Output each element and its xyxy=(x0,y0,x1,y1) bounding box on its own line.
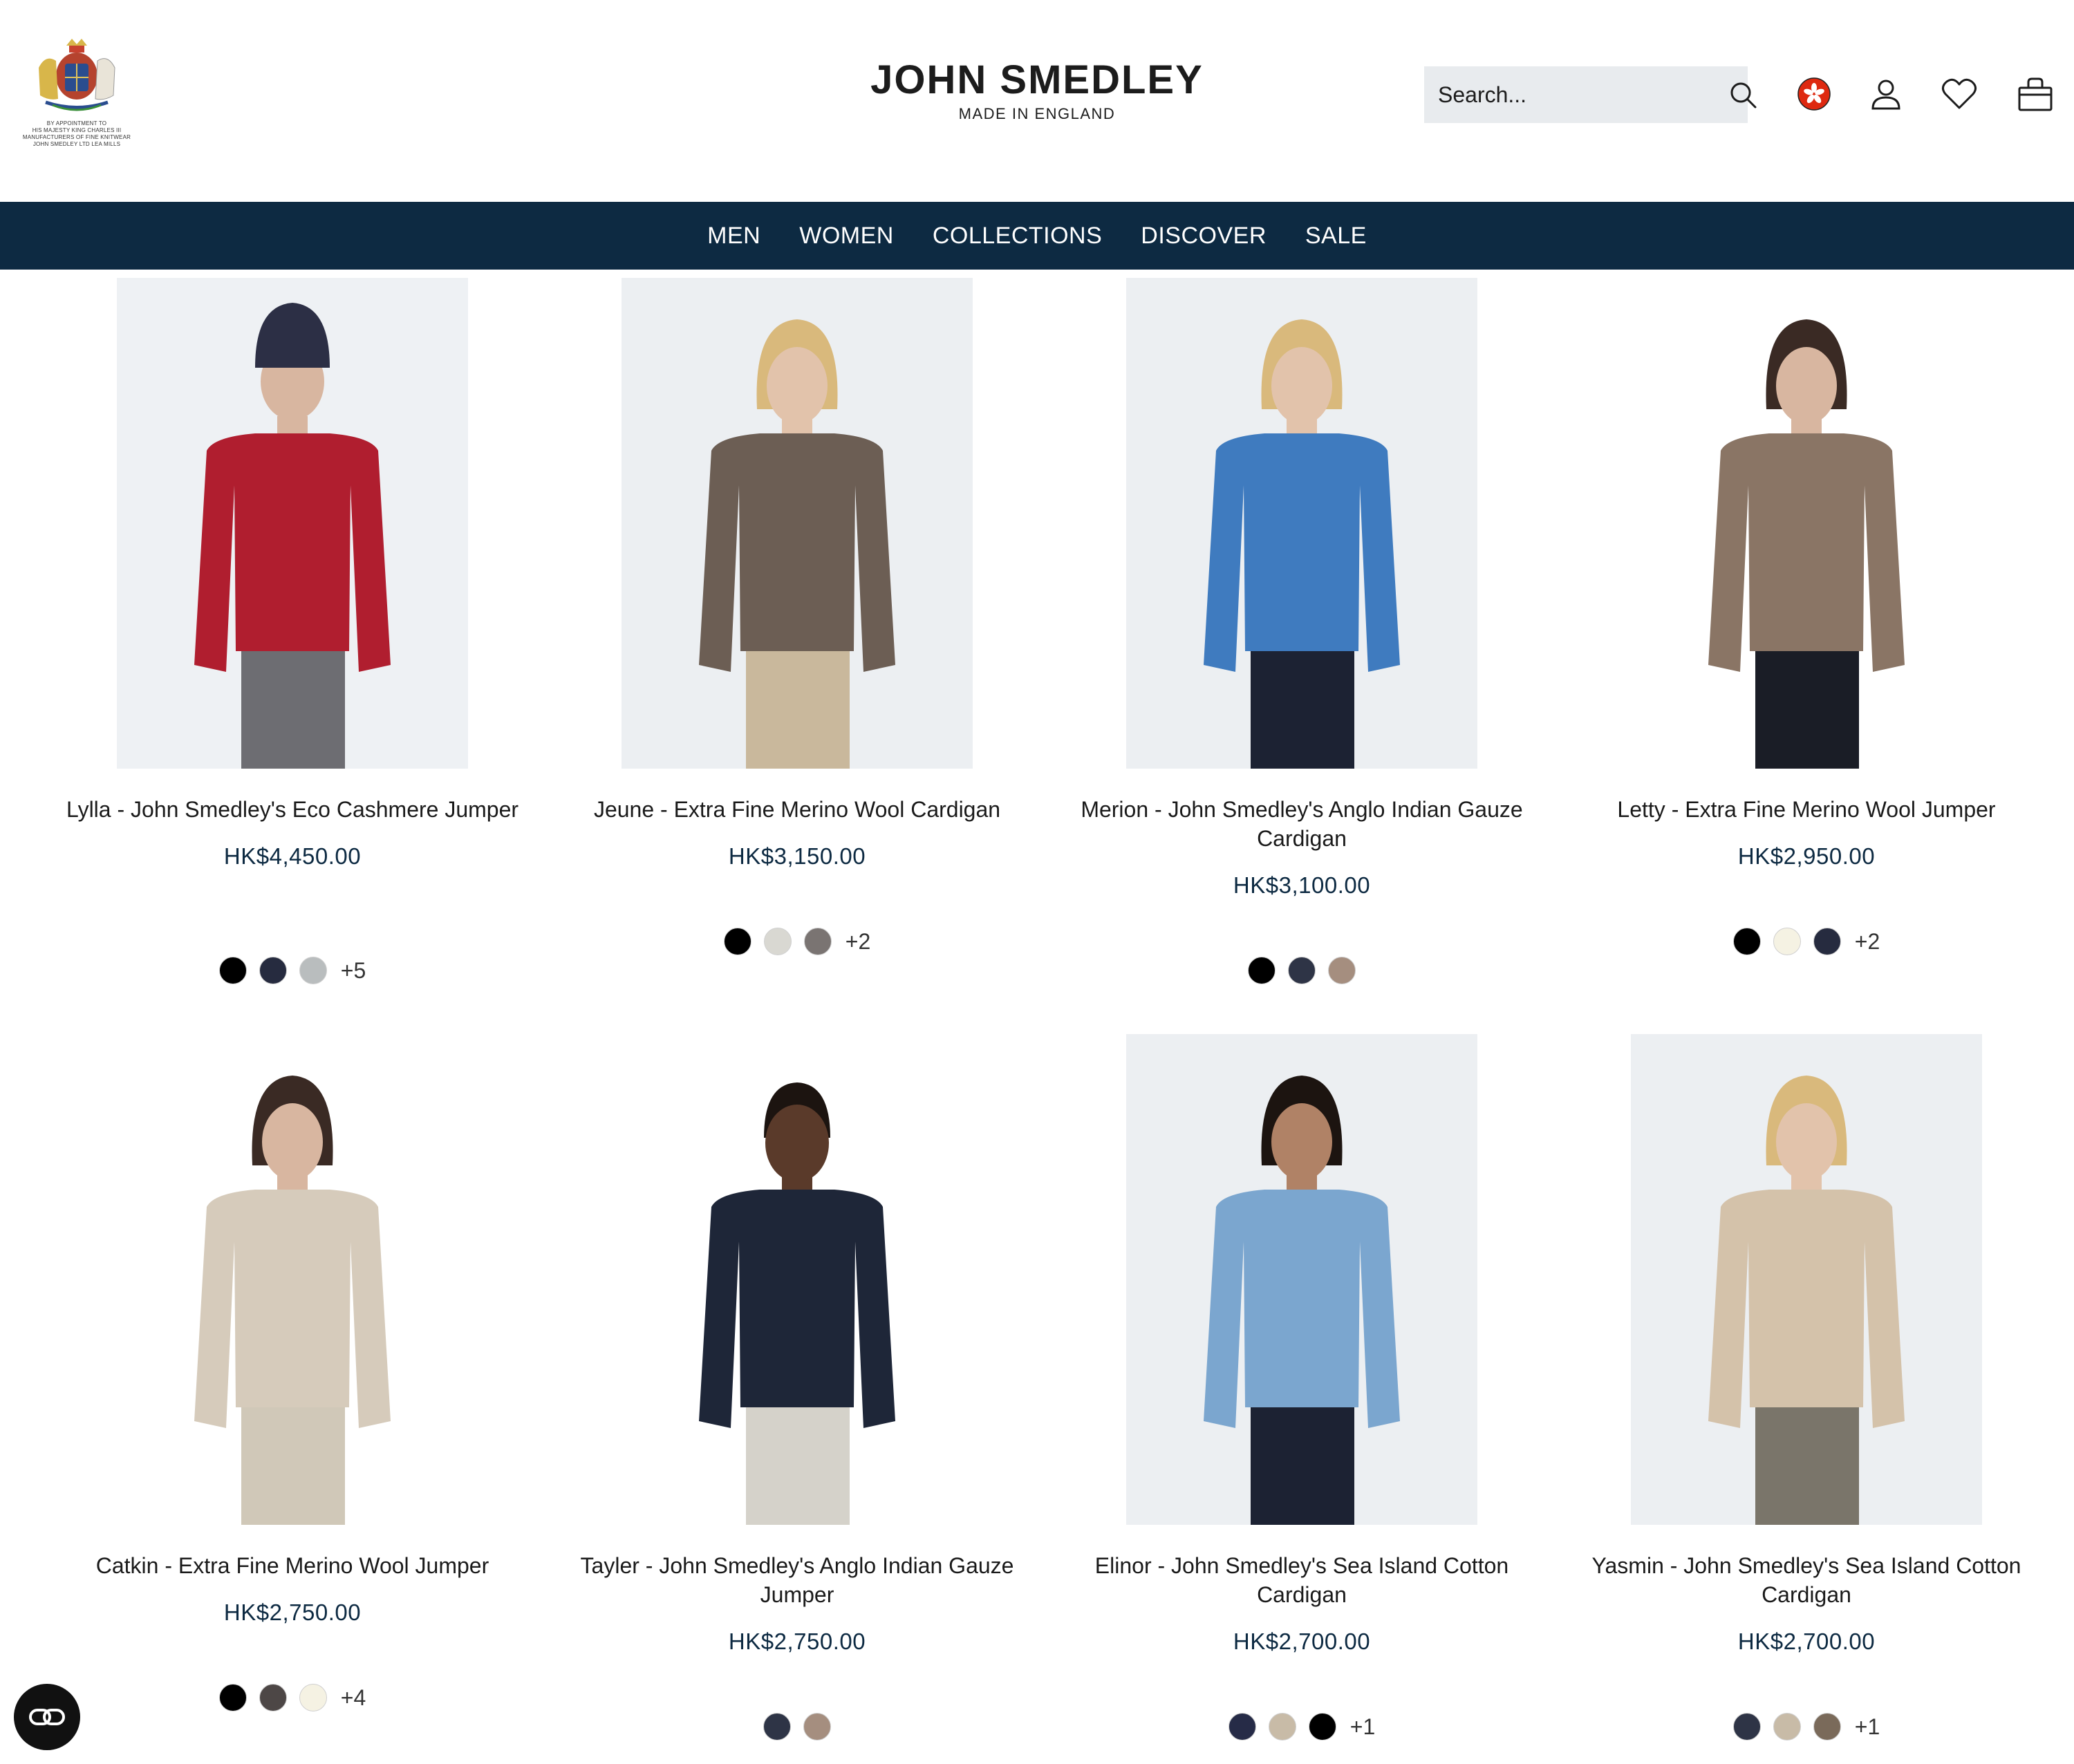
chat-widget-button[interactable] xyxy=(14,1684,80,1750)
crest-line: HIS MAJESTY KING CHARLES III xyxy=(32,127,122,133)
color-swatch[interactable] xyxy=(1248,957,1276,984)
color-swatch[interactable] xyxy=(1328,957,1356,984)
color-swatches xyxy=(545,1713,1049,1740)
more-colors-count[interactable]: +5 xyxy=(341,958,366,984)
product-card[interactable]: Catkin - Extra Fine Merino Wool Jumper HK… xyxy=(40,1034,545,1764)
product-price: HK$2,750.00 xyxy=(223,1599,362,1625)
more-colors-count[interactable]: +2 xyxy=(846,929,870,955)
royal-warrant: BY APPOINTMENT TO HIS MAJESTY KING CHARL… xyxy=(18,33,136,147)
product-price: HK$3,150.00 xyxy=(728,843,866,869)
crest-line: BY APPOINTMENT TO xyxy=(46,120,107,126)
brand-name: JOHN SMEDLEY xyxy=(870,57,1204,102)
product-name[interactable]: Letty - Extra Fine Merino Wool Jumper xyxy=(1554,795,2059,824)
product-image[interactable] xyxy=(1631,1034,1982,1525)
main-nav: MEN WOMEN COLLECTIONS DISCOVER SALE xyxy=(0,202,2074,270)
product-name[interactable]: Tayler - John Smedley's Anglo Indian Gau… xyxy=(545,1551,1049,1609)
more-colors-count[interactable]: +1 xyxy=(1855,1714,1880,1740)
color-swatch[interactable] xyxy=(763,928,792,955)
more-colors-count[interactable]: +1 xyxy=(1350,1714,1375,1740)
product-card[interactable]: Lylla - John Smedley's Eco Cashmere Jump… xyxy=(40,278,545,1024)
color-swatch[interactable] xyxy=(763,1713,791,1740)
color-swatch[interactable] xyxy=(803,928,832,955)
crest-line: MANUFACTURERS OF FINE KNITWEAR xyxy=(22,134,131,140)
color-swatch[interactable] xyxy=(218,1684,247,1711)
search-icon[interactable] xyxy=(1728,79,1757,111)
product-price: HK$4,450.00 xyxy=(223,843,362,869)
color-swatch[interactable] xyxy=(1813,1713,1841,1740)
color-swatch[interactable] xyxy=(1268,1713,1296,1740)
link-icon xyxy=(29,1709,65,1725)
product-image[interactable] xyxy=(1126,278,1477,769)
product-name[interactable]: Yasmin - John Smedley's Sea Island Cotto… xyxy=(1554,1551,2059,1609)
search-bar xyxy=(1424,66,1757,123)
product-image[interactable] xyxy=(117,278,468,769)
product-name[interactable]: Merion - John Smedley's Anglo Indian Gau… xyxy=(1049,795,1554,853)
product-name[interactable]: Lylla - John Smedley's Eco Cashmere Jump… xyxy=(40,795,545,824)
color-swatch[interactable] xyxy=(1732,928,1761,955)
product-name[interactable]: Elinor - John Smedley's Sea Island Cotto… xyxy=(1049,1551,1554,1609)
color-swatches: +5 xyxy=(40,957,545,984)
color-swatch[interactable] xyxy=(1228,1713,1256,1740)
color-swatches xyxy=(1049,957,1554,984)
more-colors-count[interactable]: +2 xyxy=(1855,929,1880,955)
nav-item-men[interactable]: MEN xyxy=(707,223,760,250)
product-name[interactable]: Catkin - Extra Fine Merino Wool Jumper xyxy=(40,1551,545,1580)
color-swatch[interactable] xyxy=(259,1684,287,1711)
product-price: HK$2,950.00 xyxy=(1737,843,1876,869)
region-flag-icon[interactable] xyxy=(1795,75,1833,113)
color-swatch[interactable] xyxy=(1288,957,1316,984)
product-image[interactable] xyxy=(1126,1034,1477,1525)
nav-item-discover[interactable]: DISCOVER xyxy=(1141,223,1267,250)
color-swatch[interactable] xyxy=(259,957,287,984)
shopping-bag-icon[interactable] xyxy=(2016,75,2055,113)
brand-tagline: MADE IN ENGLAND xyxy=(958,105,1116,122)
product-price: HK$2,700.00 xyxy=(1737,1629,1876,1654)
color-swatches: +1 xyxy=(1049,1713,1554,1740)
color-swatch[interactable] xyxy=(803,1713,831,1740)
nav-item-women[interactable]: WOMEN xyxy=(799,223,894,250)
product-card[interactable]: Tayler - John Smedley's Anglo Indian Gau… xyxy=(545,1034,1049,1764)
color-swatch[interactable] xyxy=(1813,928,1841,955)
product-image[interactable] xyxy=(117,1034,468,1525)
brand-logo[interactable]: JOHN SMEDLEY MADE IN ENGLAND xyxy=(830,58,1244,123)
nav-item-sale[interactable]: SALE xyxy=(1305,223,1367,250)
crest-line: JOHN SMEDLEY LTD LEA MILLS xyxy=(32,141,121,147)
color-swatch[interactable] xyxy=(218,957,247,984)
more-colors-count[interactable]: +4 xyxy=(341,1685,366,1711)
site-header: BY APPOINTMENT TO HIS MAJESTY KING CHARL… xyxy=(0,0,2074,202)
color-swatch[interactable] xyxy=(1773,1713,1801,1740)
wishlist-heart-icon[interactable] xyxy=(1940,75,1979,113)
royal-crest-icon xyxy=(39,39,115,111)
color-swatch[interactable] xyxy=(723,928,751,955)
color-swatch[interactable] xyxy=(1773,928,1801,955)
product-image[interactable] xyxy=(1631,278,1982,769)
color-swatch[interactable] xyxy=(1732,1713,1761,1740)
account-icon[interactable] xyxy=(1867,75,1905,113)
product-price: HK$2,750.00 xyxy=(728,1629,866,1654)
search-input[interactable] xyxy=(1438,82,1728,108)
color-swatch[interactable] xyxy=(299,1684,327,1711)
product-card[interactable]: Yasmin - John Smedley's Sea Island Cotto… xyxy=(1554,1034,2059,1764)
color-swatch[interactable] xyxy=(1308,1713,1336,1740)
nav-item-collections[interactable]: COLLECTIONS xyxy=(933,223,1102,250)
color-swatch[interactable] xyxy=(299,957,327,984)
product-price: HK$2,700.00 xyxy=(1233,1629,1371,1654)
product-price: HK$3,100.00 xyxy=(1233,872,1371,898)
color-swatches: +2 xyxy=(545,928,1049,955)
color-swatches: +1 xyxy=(1554,1713,2059,1740)
product-card[interactable]: Letty - Extra Fine Merino Wool Jumper HK$… xyxy=(1554,278,2059,1024)
product-card[interactable]: Jeune - Extra Fine Merino Wool Cardigan H… xyxy=(545,278,1049,1024)
product-card[interactable]: Elinor - John Smedley's Sea Island Cotto… xyxy=(1049,1034,1554,1764)
product-name[interactable]: Jeune - Extra Fine Merino Wool Cardigan xyxy=(545,795,1049,824)
color-swatches: +2 xyxy=(1554,928,2059,955)
product-card[interactable]: Merion - John Smedley's Anglo Indian Gau… xyxy=(1049,278,1554,1024)
product-image[interactable] xyxy=(622,278,973,769)
color-swatches: +4 xyxy=(40,1684,545,1711)
product-image[interactable] xyxy=(622,1034,973,1525)
